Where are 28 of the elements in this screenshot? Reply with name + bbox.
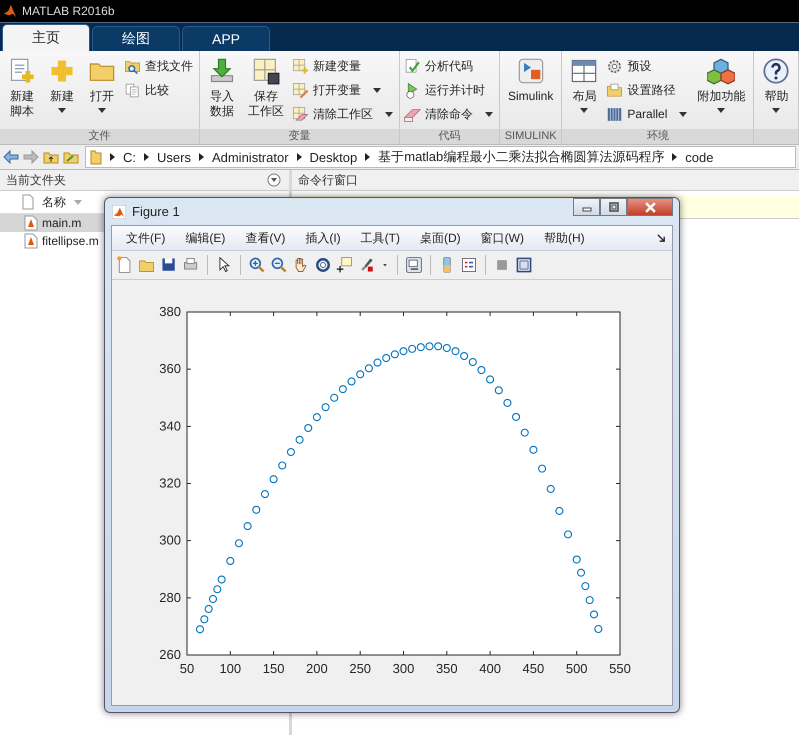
tick-label: 340 [159,418,181,434]
tick-label: 360 [159,361,181,376]
tick-label: 260 [159,647,181,662]
panel-title: 命令行窗口 [298,172,358,188]
section-label: SIMULINK [500,129,562,144]
tick-label: 150 [262,661,284,676]
tick-label: 250 [349,661,372,676]
panel-title: 当前文件夹 [6,172,66,188]
tick-label: 450 [522,661,544,676]
column-title: 名称 [42,194,66,210]
tick-label: 100 [219,661,242,676]
tick-label: 500 [566,661,588,676]
tick-label: 280 [159,590,181,605]
window-title: MATLAB R2016b [22,4,114,18]
section-label: 代码 [400,129,499,144]
window-title: Figure 1 [132,204,180,219]
section-label: 文件 [0,129,199,144]
tick-label: 350 [436,661,458,676]
tick-label: 380 [159,304,181,319]
tick-label: 550 [609,661,631,676]
tick-label: 300 [392,661,414,676]
section-label: 环境 [562,129,754,144]
tick-label: 200 [306,661,328,676]
tick-label: 50 [180,661,194,676]
section-label: 变量 [200,129,399,144]
tick-label: 400 [479,661,501,676]
tick-label: 320 [159,476,181,490]
tick-label: 300 [159,532,181,548]
